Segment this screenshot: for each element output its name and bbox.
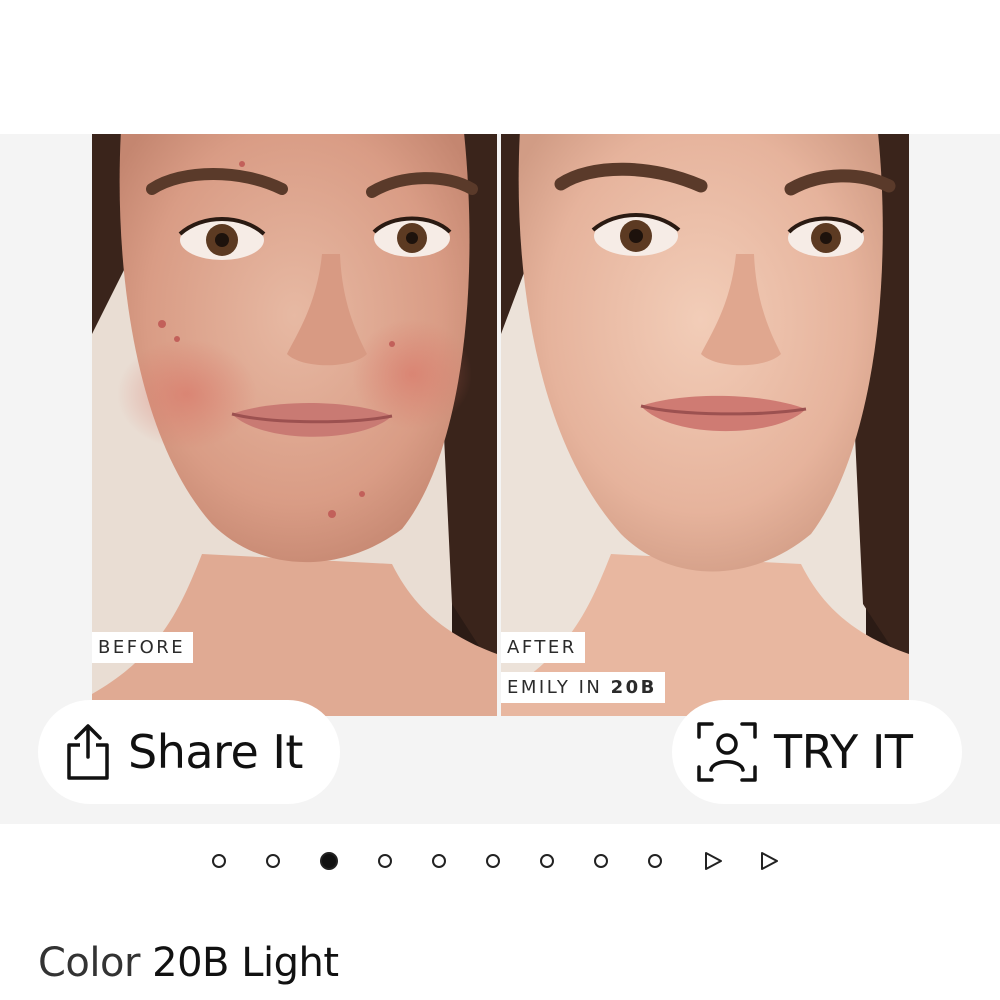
- pager-dot[interactable]: [266, 854, 280, 868]
- share-button[interactable]: Share It: [38, 700, 340, 804]
- before-label: BEFORE: [92, 632, 194, 663]
- model-shade-label: EMILY IN 20B: [501, 672, 665, 703]
- model-prefix: EMILY IN: [507, 677, 603, 698]
- try-it-button[interactable]: TRY IT: [672, 700, 962, 804]
- pager-dot[interactable]: [486, 854, 500, 868]
- pager-dot[interactable]: [594, 854, 608, 868]
- pager-dot[interactable]: [378, 854, 392, 868]
- share-label: Share It: [128, 725, 303, 779]
- before-photo: [92, 134, 497, 716]
- pager-dot[interactable]: [648, 854, 662, 868]
- face-scan-icon: [696, 721, 758, 783]
- play-icon[interactable]: [758, 850, 780, 872]
- selected-color: Color 20B Light: [38, 940, 339, 986]
- model-shade: 20B: [610, 677, 657, 698]
- try-it-label: TRY IT: [774, 725, 913, 779]
- product-page: BEFORE AFTER EMILY IN 20B Share It TRY I…: [0, 0, 1000, 1000]
- share-icon: [64, 723, 112, 781]
- pager-dot[interactable]: [212, 854, 226, 868]
- pager-dot[interactable]: [432, 854, 446, 868]
- after-photo: [501, 134, 909, 716]
- pager-dot[interactable]: [320, 852, 338, 870]
- gallery-pager: [212, 848, 814, 874]
- play-icon[interactable]: [702, 850, 724, 872]
- after-label: AFTER: [501, 632, 585, 663]
- color-prefix: Color: [38, 940, 140, 986]
- pager-dot[interactable]: [540, 854, 554, 868]
- color-value: 20B Light: [152, 940, 339, 986]
